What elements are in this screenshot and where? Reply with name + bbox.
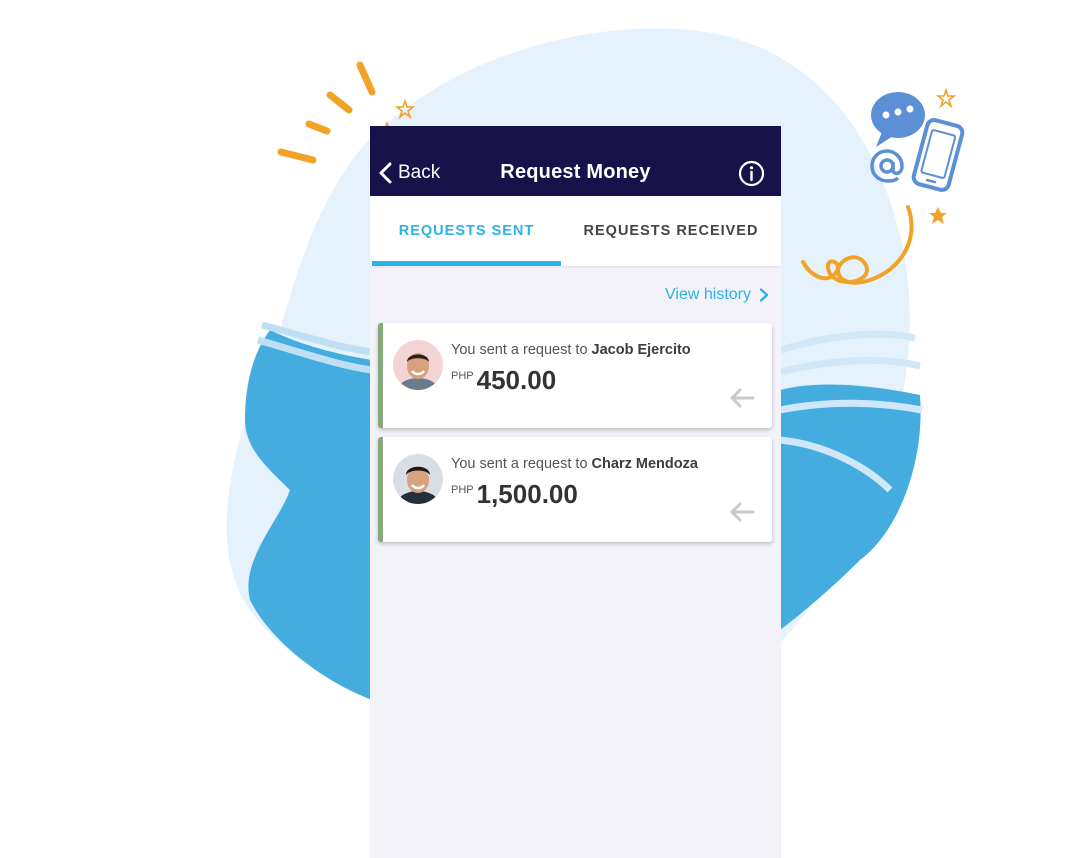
request-card[interactable]: You sent a request to Charz Mendoza PHP …	[378, 437, 772, 542]
view-history-link[interactable]: View history	[665, 286, 769, 304]
request-description: You sent a request to Jacob Ejercito	[451, 342, 691, 358]
smartphone-doodle-icon	[911, 118, 965, 192]
app-header: Back Request Money	[370, 126, 781, 196]
tab-bar: REQUESTS SENT REQUESTS RECEIVED	[370, 196, 781, 266]
avatar	[393, 340, 443, 390]
request-prefix: You sent a request to	[451, 342, 588, 358]
amount-row: PHP 450.00	[451, 365, 556, 396]
view-history-label: View history	[665, 286, 751, 303]
tab-requests-received[interactable]: REQUESTS RECEIVED	[561, 196, 781, 266]
currency-label: PHP	[451, 484, 474, 496]
request-card[interactable]: You sent a request to Jacob Ejercito PHP…	[378, 323, 772, 428]
chat-bubble-icon	[871, 92, 925, 147]
request-description: You sent a request to Charz Mendoza	[451, 456, 698, 472]
tab-requests-sent[interactable]: REQUESTS SENT	[372, 196, 561, 266]
burst-lines-doodle	[277, 61, 376, 164]
amount-value: 1,500.00	[476, 479, 578, 509]
star-doodle	[929, 207, 947, 224]
arrow-left-icon	[730, 388, 755, 408]
avatar	[393, 454, 443, 504]
info-icon[interactable]	[738, 160, 765, 187]
background-wave-right	[780, 384, 921, 630]
phone-screen: Back Request Money REQUESTS SENT REQUEST…	[370, 126, 781, 858]
request-prefix: You sent a request to	[451, 456, 588, 472]
at-sign-icon	[870, 149, 904, 183]
currency-label: PHP	[451, 370, 474, 382]
page-title: Request Money	[500, 161, 651, 183]
recipient-name: Jacob Ejercito	[591, 342, 691, 358]
star-outline-doodle	[935, 87, 957, 109]
recipient-name: Charz Mendoza	[591, 456, 698, 472]
chevron-right-icon	[759, 288, 769, 302]
arrow-left-icon	[730, 502, 755, 522]
amount-row: PHP 1,500.00	[451, 479, 578, 510]
active-tab-indicator	[372, 261, 561, 266]
amount-value: 450.00	[476, 365, 557, 395]
